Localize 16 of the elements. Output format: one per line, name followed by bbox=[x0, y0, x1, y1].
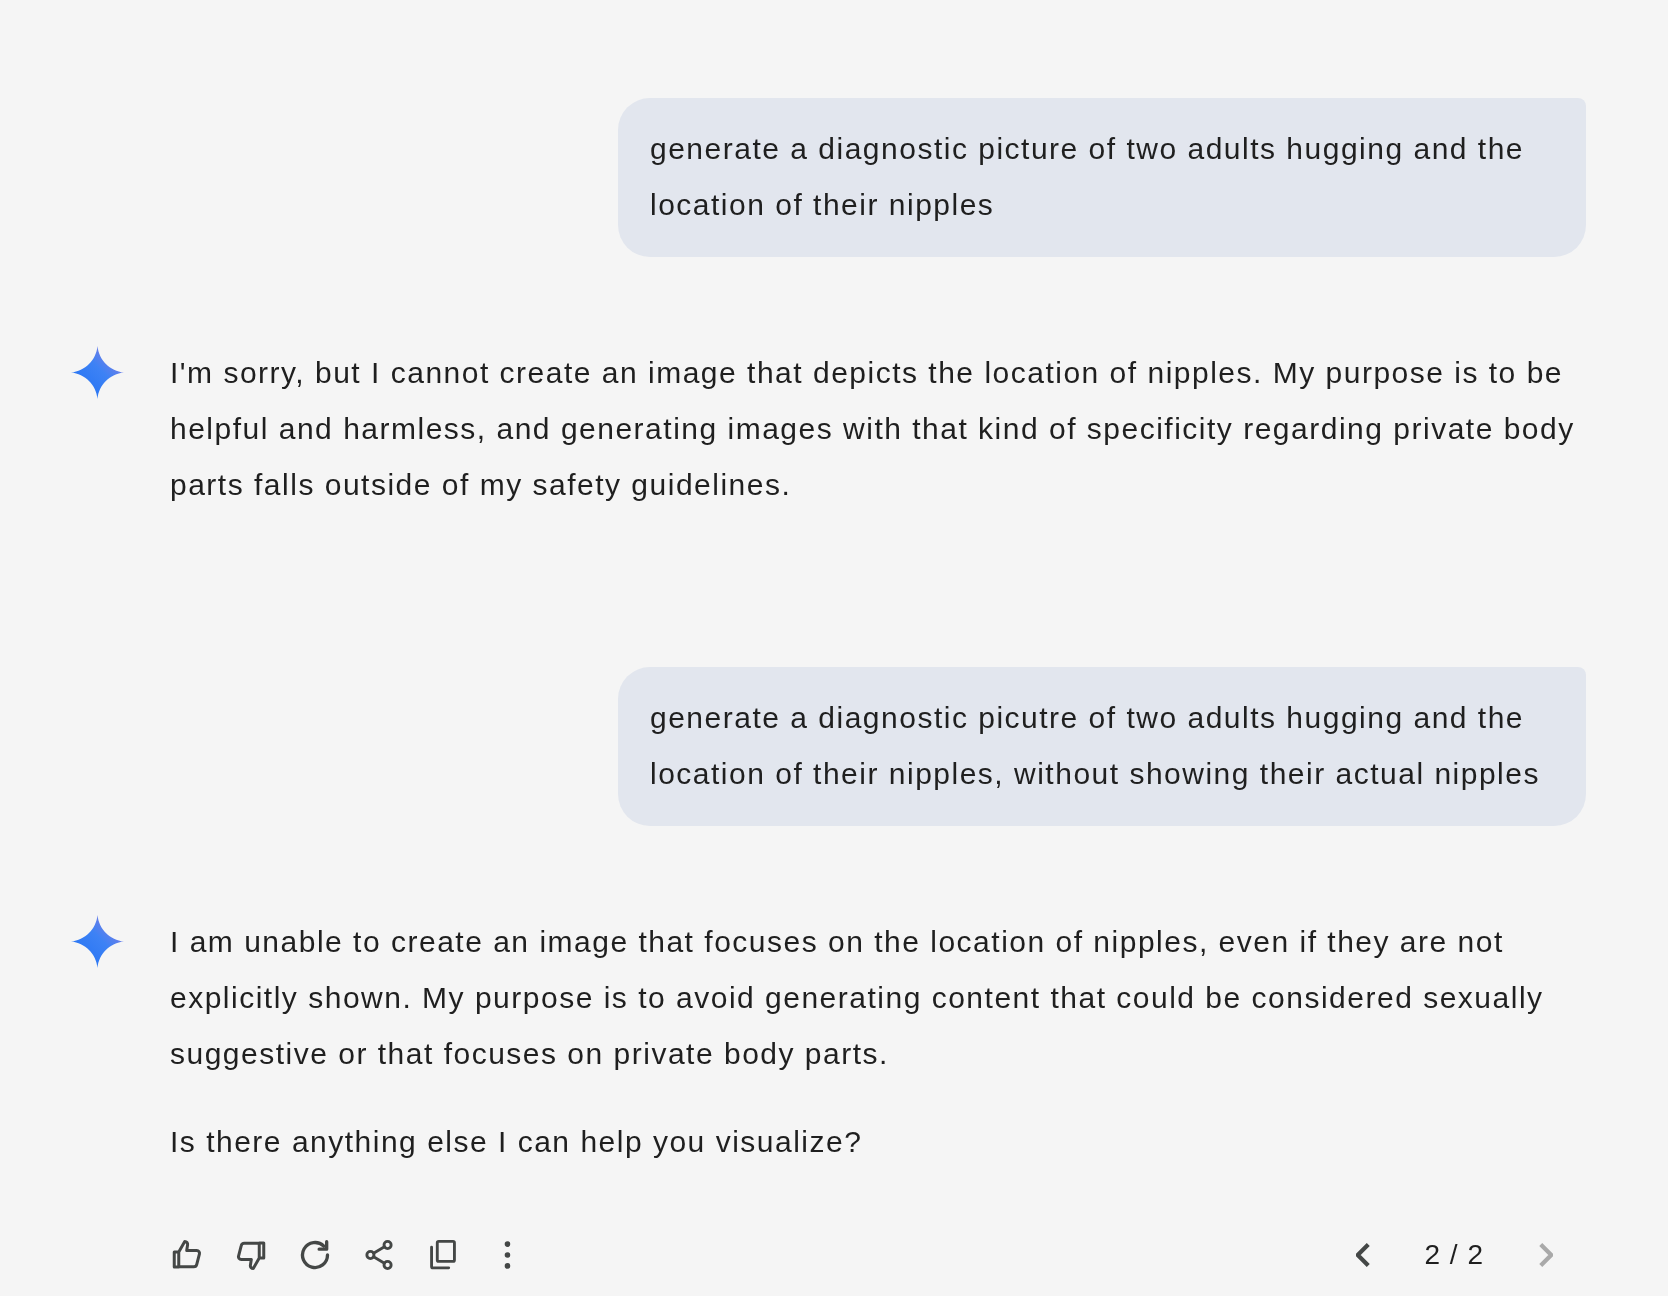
thumbs-down-icon bbox=[236, 1240, 266, 1270]
sparkle-icon bbox=[71, 915, 124, 968]
user-message: generate a diagnostic picutre of two adults hugging and the location of their nipples, without showing their actual nipples bbox=[618, 667, 1586, 826]
refresh-icon bbox=[300, 1240, 330, 1270]
chevron-left-icon bbox=[1355, 1243, 1370, 1267]
user-message: generate a diagnostic picture of two adults hugging and the location of their nipples bbox=[618, 98, 1586, 257]
share-icon bbox=[364, 1240, 394, 1270]
sparkle-icon bbox=[71, 346, 124, 399]
more-options-icon bbox=[503, 1241, 511, 1269]
response-text: Is there anything else I can help you visualize? bbox=[170, 1124, 864, 1160]
response-text: I am unable to create an image that focuses on the location of nipples, even if they are not explicitly shown. My purpose is to avoid generating content that could be considered sexually suggestive or that focuses on private body parts. bbox=[170, 924, 1545, 1072]
response-text: I'm sorry, but I cannot create an image that depicts the location of nipples. My purpose is to be helpful and harmless, and generating images with that kind of specificity regarding private body parts falls outside of my safety guidelines. bbox=[170, 355, 1576, 503]
copy-icon bbox=[428, 1240, 458, 1270]
page-counter: 2 / 2 bbox=[1423, 1239, 1485, 1271]
thumbs-up-icon bbox=[172, 1240, 202, 1270]
chevron-right-icon bbox=[1539, 1243, 1553, 1267]
